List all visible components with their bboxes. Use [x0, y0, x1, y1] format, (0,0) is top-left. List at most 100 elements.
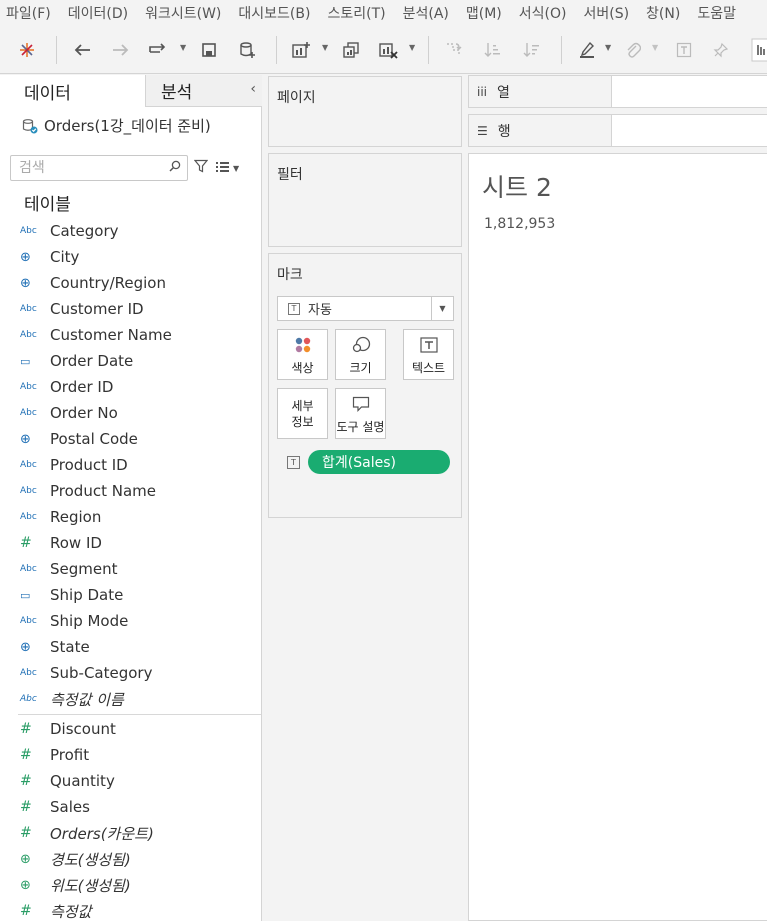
tooltip-button[interactable]: 도구 설명	[335, 388, 386, 439]
sales-total-value[interactable]: 1,812,953	[484, 216, 555, 232]
view-options-dropdown-arrow-icon[interactable]: ▼	[233, 164, 239, 173]
field-profit[interactable]: # Profit	[0, 742, 261, 768]
menu-dashboard[interactable]: 대시보드(B)	[238, 3, 310, 23]
text-button[interactable]: 텍스트	[403, 329, 454, 380]
menu-server[interactable]: 서버(S)	[583, 3, 629, 23]
menu-format[interactable]: 서식(O)	[519, 3, 567, 23]
rows-icon: ☰	[477, 123, 488, 138]
new-worksheet-dropdown-arrow-icon[interactable]: ▼	[322, 43, 328, 52]
search-icon[interactable]	[169, 160, 181, 176]
number-type-icon: #	[20, 535, 32, 551]
clear-sheet-icon[interactable]	[376, 38, 400, 62]
worksheet-view[interactable]: 시트 2 1,812,953	[468, 153, 767, 921]
redo-icon[interactable]	[109, 38, 133, 62]
color-button[interactable]: 색상	[277, 329, 328, 380]
field-product-id[interactable]: Abc Product ID	[0, 452, 261, 478]
columns-shelf[interactable]: iii 열	[468, 75, 767, 108]
columns-icon: iii	[477, 84, 488, 99]
group-paperclip-icon[interactable]	[621, 38, 645, 62]
search-input[interactable]	[11, 156, 161, 180]
group-dropdown-arrow-icon[interactable]: ▼	[652, 43, 658, 52]
field-ship-mode[interactable]: Abc Ship Mode	[0, 608, 261, 634]
tab-data[interactable]: 데이터	[0, 75, 145, 107]
field-postal-code[interactable]: ⊕ Postal Code	[0, 426, 261, 452]
undo-icon[interactable]	[70, 38, 94, 62]
menu-file[interactable]: 파일(F)	[6, 3, 51, 23]
swap-rows-columns-icon[interactable]	[441, 38, 465, 62]
menu-window[interactable]: 창(N)	[646, 3, 680, 23]
text-encoding-icon[interactable]: T	[287, 455, 300, 469]
filters-card[interactable]: 필터	[268, 153, 462, 247]
field-label: Ship Date	[50, 586, 124, 604]
new-worksheet-icon[interactable]	[289, 38, 313, 62]
columns-shelf-label: iii 열	[469, 76, 612, 107]
menu-analysis[interactable]: 분석(A)	[403, 3, 449, 23]
collapse-pane-icon[interactable]: ‹	[250, 81, 256, 97]
string-type-icon: Abc	[20, 226, 37, 236]
field-sub-category[interactable]: Abc Sub-Category	[0, 660, 261, 686]
field-city[interactable]: ⊕ City	[0, 244, 261, 270]
filter-icon[interactable]	[193, 159, 209, 177]
field-longitude-generated[interactable]: ⊕ 경도(생성됨)	[0, 846, 261, 872]
field-orders-count[interactable]: # Orders(카운트)	[0, 820, 261, 846]
field-customer-name[interactable]: Abc Customer Name	[0, 322, 261, 348]
list-view-icon[interactable]	[216, 161, 229, 175]
size-button[interactable]: 크기	[335, 329, 386, 380]
sort-ascending-icon[interactable]	[481, 38, 505, 62]
field-order-date[interactable]: ▭ Order Date	[0, 348, 261, 374]
show-labels-icon[interactable]	[672, 38, 696, 62]
menu-story[interactable]: 스토리(T)	[327, 3, 385, 23]
field-latitude-generated[interactable]: ⊕ 위도(생성됨)	[0, 872, 261, 898]
tab-analysis[interactable]: 분석 ‹	[145, 75, 262, 107]
field-state[interactable]: ⊕ State	[0, 634, 261, 660]
fix-axes-pin-icon[interactable]	[709, 38, 733, 62]
highlight-icon[interactable]	[575, 38, 599, 62]
geo-type-icon: ⊕	[20, 431, 31, 447]
replay-icon[interactable]	[146, 38, 170, 62]
field-product-name[interactable]: Abc Product Name	[0, 478, 261, 504]
menu-data[interactable]: 데이터(D)	[68, 3, 128, 23]
string-type-icon: Abc	[20, 694, 37, 704]
mark-type-dropdown[interactable]: T 자동 ▼	[277, 296, 454, 321]
field-label: Product Name	[50, 482, 156, 500]
rows-shelf-label: ☰ 행	[469, 115, 612, 146]
menu-map[interactable]: 맵(M)	[466, 3, 502, 23]
field-region[interactable]: Abc Region	[0, 504, 261, 530]
clear-sheet-dropdown-arrow-icon[interactable]: ▼	[409, 43, 415, 52]
highlight-dropdown-arrow-icon[interactable]: ▼	[605, 43, 611, 52]
show-me-button[interactable]	[751, 38, 767, 62]
save-icon[interactable]	[197, 38, 221, 62]
datasource-item[interactable]: Orders(1강_데이터 준비)	[22, 115, 211, 136]
field-label: Region	[50, 508, 102, 526]
pages-card[interactable]: 페이지	[268, 76, 462, 147]
field-measure-names[interactable]: Abc 측정값 이름	[0, 686, 261, 712]
sort-descending-icon[interactable]	[520, 38, 544, 62]
number-type-icon: #	[20, 747, 32, 763]
field-order-id[interactable]: Abc Order ID	[0, 374, 261, 400]
field-segment[interactable]: Abc Segment	[0, 556, 261, 582]
field-customer-id[interactable]: Abc Customer ID	[0, 296, 261, 322]
field-country-region[interactable]: ⊕ Country/Region	[0, 270, 261, 296]
new-datasource-icon[interactable]	[235, 38, 259, 62]
field-quantity[interactable]: # Quantity	[0, 768, 261, 794]
sheet-title[interactable]: 시트 2	[482, 168, 552, 204]
number-type-icon: #	[20, 721, 32, 737]
field-discount[interactable]: # Discount	[0, 716, 261, 742]
field-row-id[interactable]: # Row ID	[0, 530, 261, 556]
menu-worksheet[interactable]: 워크시트(W)	[145, 3, 221, 23]
field-category[interactable]: Abc Category	[0, 218, 261, 244]
replay-dropdown-arrow-icon[interactable]: ▼	[180, 43, 186, 52]
field-measure-values[interactable]: # 측정값	[0, 898, 261, 921]
field-ship-date[interactable]: ▭ Ship Date	[0, 582, 261, 608]
field-list: Abc Category ⊕ City ⊕ Country/Region Abc Cus…	[0, 218, 261, 921]
field-order-no[interactable]: Abc Order No	[0, 400, 261, 426]
detail-button[interactable]: 세부 정보	[277, 388, 328, 439]
string-type-icon: Abc	[20, 460, 37, 470]
field-sales[interactable]: # Sales	[0, 794, 261, 820]
duplicate-sheet-icon[interactable]	[339, 38, 363, 62]
sum-sales-pill[interactable]: 합계(Sales)	[308, 450, 450, 474]
tableau-logo-icon[interactable]	[15, 38, 39, 62]
datasource-icon	[22, 118, 38, 134]
rows-shelf[interactable]: ☰ 행	[468, 114, 767, 147]
menu-help[interactable]: 도움말	[697, 3, 736, 23]
